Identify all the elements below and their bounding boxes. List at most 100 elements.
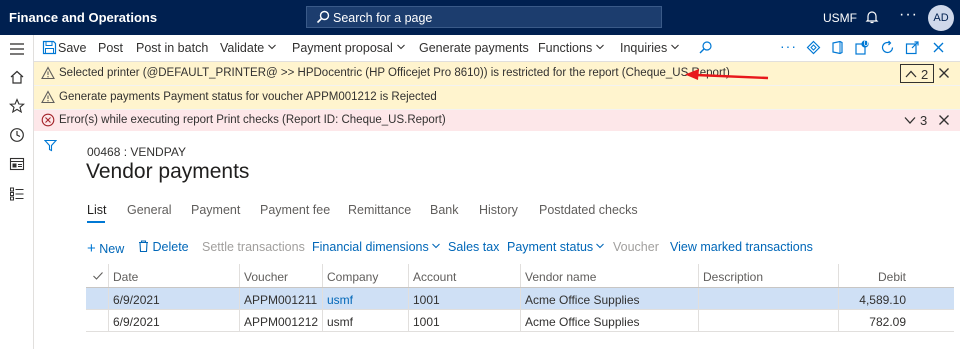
top-bar: Finance and Operations Search for a page…: [0, 0, 960, 35]
content-area: 00468 : VENDPAY Vendor payments List Gen…: [34, 131, 960, 349]
financial-dimensions-menu[interactable]: Financial dimensions: [312, 240, 440, 254]
tab-remittance[interactable]: Remittance: [348, 203, 411, 217]
column-header-company[interactable]: Company: [322, 264, 408, 287]
validate-menu[interactable]: Validate: [220, 41, 277, 55]
error-count: 3: [920, 113, 928, 128]
avatar[interactable]: AD: [928, 5, 954, 31]
grid-header: Date Voucher Company Account Vendor name…: [86, 264, 954, 288]
tab-history[interactable]: History: [479, 203, 518, 217]
tab-payment[interactable]: Payment: [191, 203, 240, 217]
close-icon[interactable]: [937, 66, 951, 80]
payment-status-label: Payment status: [507, 240, 594, 254]
page-title: Vendor payments: [86, 160, 250, 183]
attachments-badge: 0: [863, 39, 869, 48]
warning-message-bar: Selected printer (@DEFAULT_PRINTER@ >> H…: [34, 62, 960, 85]
row-selector[interactable]: [86, 288, 108, 309]
column-header-voucher[interactable]: Voucher: [239, 264, 322, 287]
table-row[interactable]: 6/9/2021 APPM001212 usmf 1001 Acme Offic…: [86, 310, 954, 332]
cell-company[interactable]: usmf: [322, 310, 408, 331]
column-header-date[interactable]: Date: [108, 264, 239, 287]
table-row[interactable]: 6/9/2021 APPM001211 usmf 1001 Acme Offic…: [86, 288, 954, 310]
collapse-warnings-button[interactable]: 2: [900, 64, 934, 83]
cell-debit[interactable]: 782.09: [838, 310, 916, 331]
modules-list-icon[interactable]: [9, 186, 25, 202]
functions-menu[interactable]: Functions: [538, 41, 605, 55]
refresh-icon[interactable]: [880, 40, 895, 55]
tab-list[interactable]: List: [87, 203, 106, 217]
tab-bank[interactable]: Bank: [430, 203, 459, 217]
cell-description[interactable]: [698, 310, 838, 331]
clock-icon[interactable]: [9, 127, 25, 143]
column-header-description[interactable]: Description: [698, 264, 838, 287]
bell-icon[interactable]: [865, 10, 879, 24]
tab-postdated-checks[interactable]: Postdated checks: [539, 203, 638, 217]
left-nav: [0, 35, 34, 349]
new-label: New: [99, 242, 125, 256]
sales-tax-button[interactable]: Sales tax: [448, 240, 499, 254]
cell-vendor-name[interactable]: Acme Office Supplies: [520, 288, 698, 309]
view-marked-transactions-button[interactable]: View marked transactions: [670, 240, 813, 254]
select-all-checkbox[interactable]: [92, 270, 104, 282]
close-icon[interactable]: [937, 113, 951, 127]
chevron-down-icon: [396, 44, 405, 50]
warning-icon: [41, 90, 55, 104]
expand-errors-button[interactable]: 3: [900, 111, 934, 130]
cell-account[interactable]: 1001: [408, 310, 520, 331]
payment-proposal-menu[interactable]: Payment proposal: [292, 41, 405, 55]
column-header-vendor-name[interactable]: Vendor name: [520, 264, 698, 287]
cell-date[interactable]: 6/9/2021: [108, 288, 239, 309]
more-options-button[interactable]: ···: [899, 6, 918, 24]
tab-payment-fee[interactable]: Payment fee: [260, 203, 330, 217]
cell-debit[interactable]: 4,589.10: [838, 288, 916, 309]
office-icon[interactable]: [830, 40, 845, 55]
cell-account[interactable]: 1001: [408, 288, 520, 309]
chevron-down-icon: [596, 44, 605, 50]
warning-message-text: Generate payments Payment status for vou…: [59, 91, 437, 103]
row-selector[interactable]: [86, 310, 108, 331]
search-icon[interactable]: [698, 40, 713, 55]
column-header-account[interactable]: Account: [408, 264, 520, 287]
home-icon[interactable]: [9, 69, 25, 85]
trash-icon: [139, 240, 148, 252]
search-box[interactable]: Search for a page: [306, 6, 662, 28]
delete-button[interactable]: Delete: [138, 240, 189, 254]
column-header-debit[interactable]: Debit: [838, 264, 916, 287]
payment-status-menu[interactable]: Payment status: [507, 240, 605, 254]
chevron-down-icon: [671, 44, 680, 50]
tab-general[interactable]: General: [127, 203, 171, 217]
filter-icon[interactable]: [44, 139, 57, 152]
save-button[interactable]: Save: [58, 41, 87, 55]
diamond-icon[interactable]: [806, 40, 821, 55]
cell-voucher[interactable]: APPM001212: [239, 310, 322, 331]
cell-voucher[interactable]: APPM001211: [239, 288, 322, 309]
hamburger-icon[interactable]: [9, 41, 25, 57]
cell-description[interactable]: [698, 288, 838, 309]
page-caption: 00468 : VENDPAY: [87, 145, 186, 159]
post-in-batch-button[interactable]: Post in batch: [136, 41, 208, 55]
star-icon[interactable]: [9, 98, 25, 114]
settle-transactions-button[interactable]: Settle transactions: [202, 240, 305, 254]
warning-icon: [41, 66, 55, 80]
functions-label: Functions: [538, 41, 593, 55]
warning-count: 2: [921, 67, 929, 82]
close-icon[interactable]: [931, 40, 946, 55]
save-icon[interactable]: [42, 40, 57, 55]
cell-vendor-name[interactable]: Acme Office Supplies: [520, 310, 698, 331]
app-title[interactable]: Finance and Operations: [9, 10, 157, 25]
inquiries-menu[interactable]: Inquiries: [620, 41, 680, 55]
new-button[interactable]: + New: [87, 240, 124, 257]
open-new-window-icon[interactable]: [905, 40, 920, 55]
delete-label: Delete: [152, 240, 189, 254]
workspaces-icon[interactable]: [9, 156, 25, 172]
more-actions-button[interactable]: ···: [780, 38, 797, 54]
annotation-arrow: [685, 69, 769, 80]
cell-company[interactable]: usmf: [322, 288, 408, 309]
voucher-button[interactable]: Voucher: [613, 240, 659, 254]
generate-payments-button[interactable]: Generate payments: [419, 41, 529, 55]
post-button[interactable]: Post: [98, 41, 123, 55]
company-picker[interactable]: USMF: [823, 11, 857, 25]
financial-dimensions-label: Financial dimensions: [312, 240, 429, 254]
error-icon: [41, 113, 55, 127]
action-pane: Save Post Post in batch Validate Payment…: [34, 35, 960, 62]
cell-date[interactable]: 6/9/2021: [108, 310, 239, 331]
